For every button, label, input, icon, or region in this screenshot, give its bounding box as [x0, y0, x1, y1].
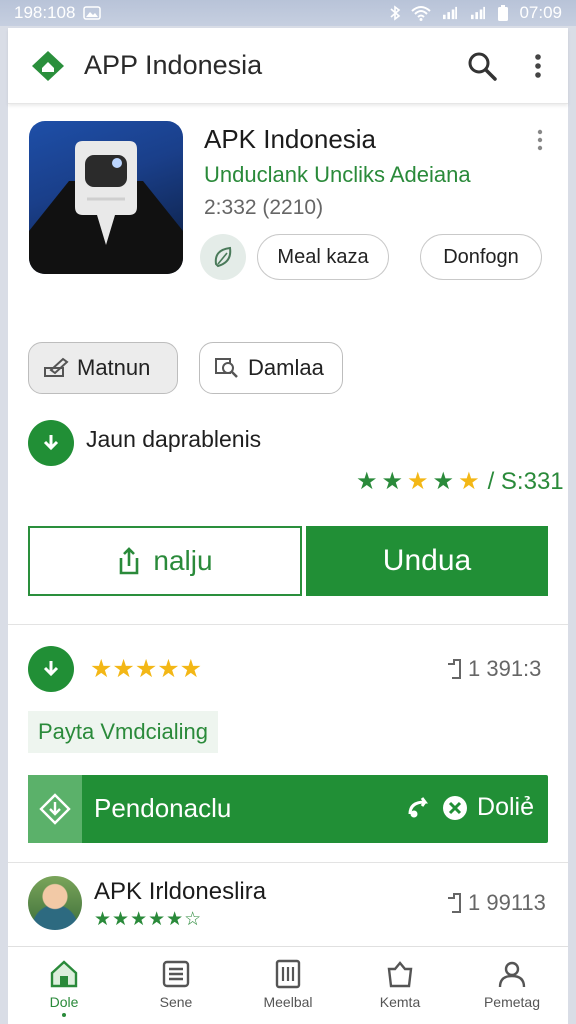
review-count-value: 1 99113 [468, 890, 546, 915]
person-icon [498, 961, 526, 988]
refresh-icon[interactable] [405, 794, 433, 822]
app-bar-title: APP Indonesia [84, 50, 263, 80]
pill-button-2[interactable]: Donfogn [420, 234, 542, 280]
secondary-action-button[interactable]: nalju [28, 526, 302, 596]
review-author: APK Irldoneslira [94, 878, 267, 905]
bag-icon [387, 961, 413, 988]
paid-label: Payta Vmdcialing [28, 711, 218, 753]
chip-matnun[interactable]: Matnun [28, 342, 178, 394]
pill-button-1[interactable]: Meal kaza [257, 234, 389, 280]
install-button[interactable]: Undua [306, 526, 548, 596]
download-bar-label: Pendonaclu [94, 793, 232, 823]
download-bar-head [28, 775, 82, 843]
avatar[interactable] [28, 876, 82, 930]
status-time: 07:09 [519, 3, 562, 22]
nav-label-pemetag: Pemetag [483, 994, 541, 1010]
download-stars: ★★★★★ [90, 655, 203, 683]
signal-icon [443, 6, 458, 20]
wifi-icon [411, 6, 432, 21]
download-count: 1 391:3 [446, 656, 541, 682]
home-icon [50, 960, 78, 988]
chip-label-2: Damlaa [248, 355, 324, 380]
info-label: Jaun daprablenis [86, 426, 262, 452]
nav-item-kemta[interactable]: Kemta [344, 947, 456, 1024]
home-logo-icon[interactable] [30, 48, 66, 84]
nav-item-sene[interactable]: Sene [120, 947, 232, 1024]
review-stars: ★★★★★☆ [94, 909, 203, 930]
nav-label-dole: Dole [49, 994, 79, 1010]
search-doc-icon [215, 358, 238, 378]
list-icon [162, 960, 190, 988]
star-icon-2: ★ [381, 468, 404, 495]
card-more-icon[interactable] [532, 128, 548, 152]
rating-suffix: / S:331 [487, 468, 564, 495]
bluetooth-icon [390, 5, 401, 21]
star-icon-1: ★ [356, 468, 378, 495]
divider-2 [8, 862, 568, 863]
download-circle-icon-2 [28, 646, 74, 692]
app-logo-graphic [29, 141, 183, 274]
chip-label-1: Matnun [77, 355, 151, 380]
app-icon[interactable] [29, 121, 183, 274]
nav-label-sene: Sene [159, 994, 193, 1010]
more-vert-icon[interactable] [526, 50, 550, 82]
download-bar[interactable]: Pendonaclu Doliẻ [28, 775, 548, 843]
review-count: 1 99113 [446, 890, 546, 916]
image-notification-icon [83, 6, 102, 20]
nav-item-meelbal[interactable]: Meelbal [232, 947, 344, 1024]
top-app-bar: APP Indonesia [8, 28, 568, 104]
status-left-text: 198:108 [14, 3, 76, 22]
book-icon [275, 959, 301, 989]
download-circle-icon [28, 420, 74, 466]
divider [8, 624, 568, 625]
content-rating-badge[interactable] [200, 234, 246, 280]
signal-icon-2 [471, 6, 486, 20]
review-count-icon [448, 893, 461, 913]
edit-icon [44, 357, 69, 377]
app-meta: 2:332 (2210) [204, 196, 324, 219]
star-icon-5: ★ [458, 468, 480, 495]
download-count-icon [448, 659, 461, 679]
download-count-value: 1 391:3 [468, 656, 542, 681]
app-frame: APP Indonesia APK Indonesia Unduclank Un… [8, 28, 568, 1024]
search-icon[interactable] [466, 50, 498, 82]
status-bar: 198:108 07:09 [0, 0, 576, 26]
download-badge-icon [39, 793, 71, 825]
app-name: APK Indonesia [204, 124, 377, 154]
rating-row: ★ ★ ★ ★ ★ / S:331 [356, 468, 564, 496]
cancel-icon[interactable] [441, 794, 469, 822]
chip-damlaa[interactable]: Damlaa [199, 342, 343, 394]
star-icon-4: ★ [432, 468, 455, 495]
share-icon [120, 547, 139, 575]
secondary-action-label: nalju [153, 545, 213, 576]
bottom-navigation: Dole Sene Meelbal Kemta Pemetag [8, 946, 568, 1024]
download-bar-right-label: Doliẻ [477, 793, 534, 821]
star-icon-3: ★ [407, 468, 429, 495]
battery-icon [498, 5, 509, 21]
nav-item-pemetag[interactable]: Pemetag [456, 947, 568, 1024]
nav-label-kemta: Kemta [379, 994, 421, 1010]
nav-item-dole[interactable]: Dole [8, 947, 120, 1024]
active-indicator [62, 1013, 66, 1017]
app-developer[interactable]: Unduclank Uncliks Adeiana [204, 162, 471, 188]
download-bar-right: Doliẻ [405, 793, 534, 822]
nav-label-meelbal: Meelbal [263, 994, 313, 1010]
leaf-icon [214, 246, 232, 268]
